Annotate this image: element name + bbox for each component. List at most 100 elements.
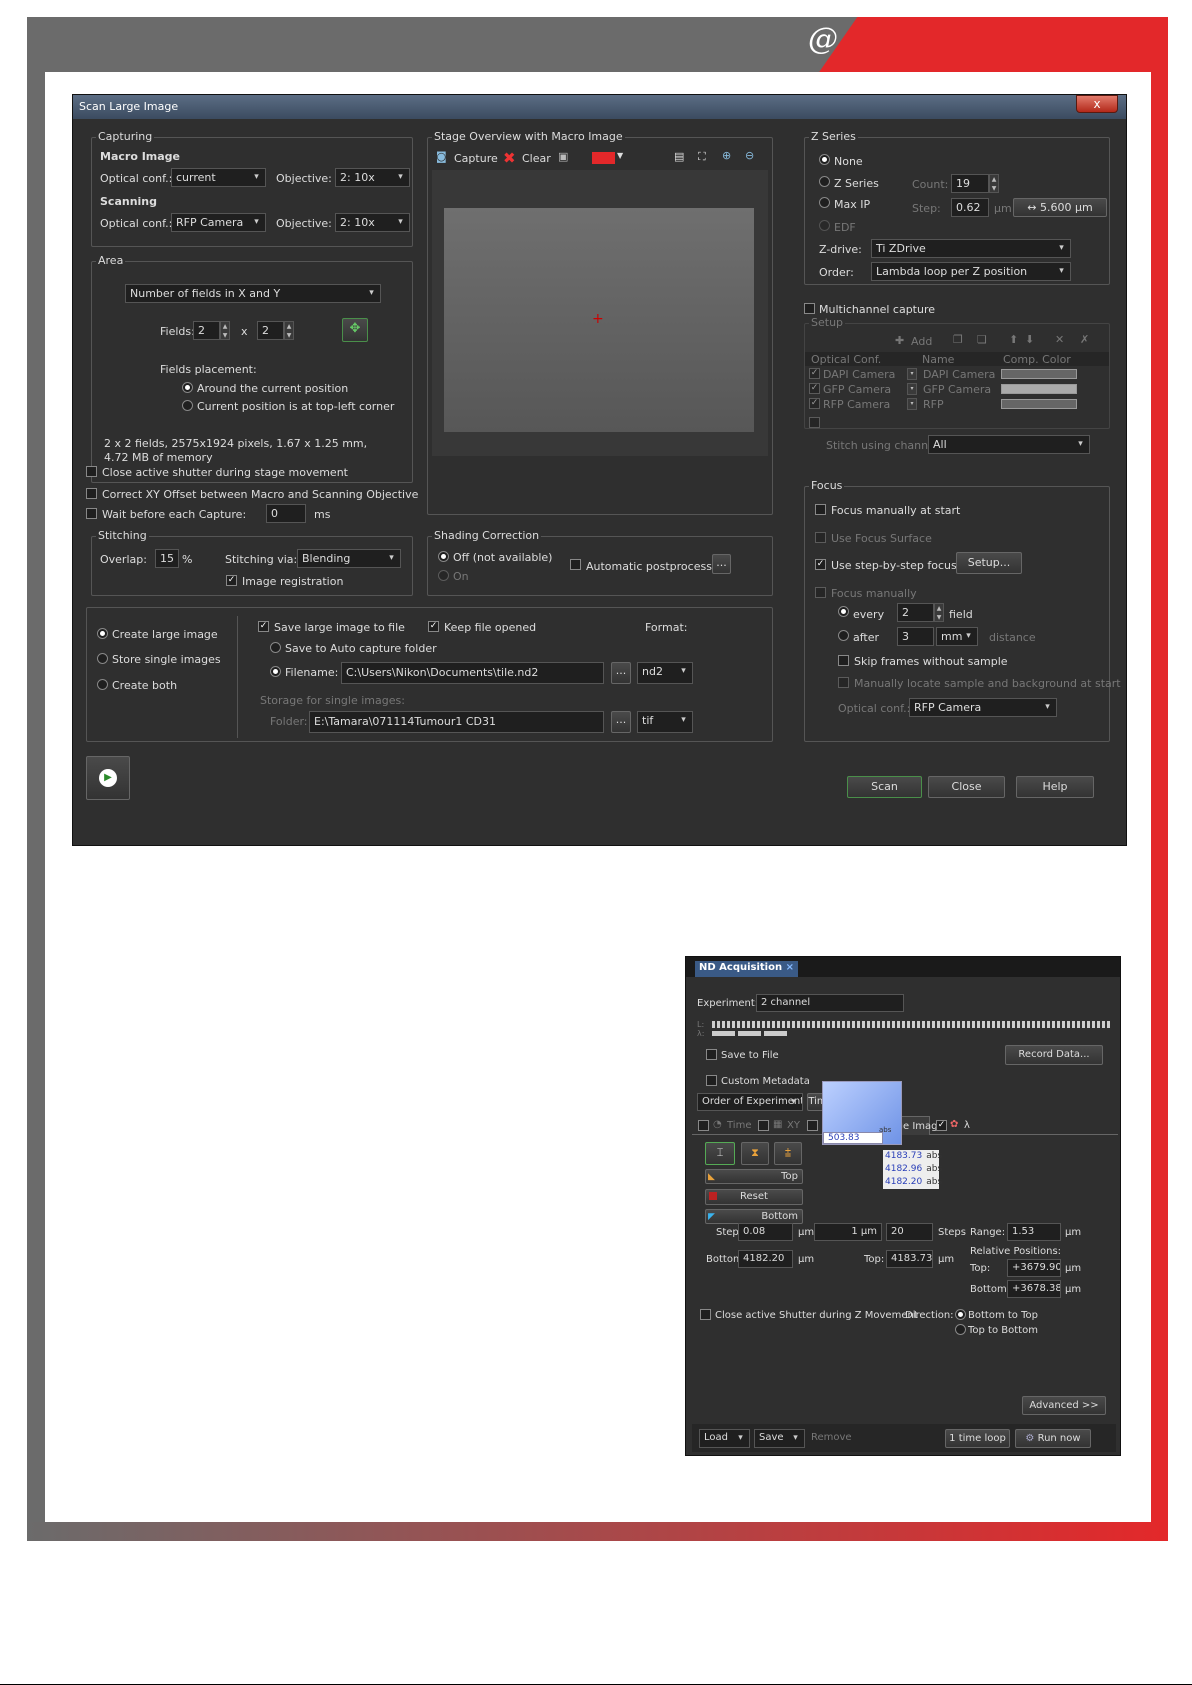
after-input[interactable]: 3 bbox=[897, 627, 934, 646]
z-asymmetric-mode-icon[interactable]: ⧗ bbox=[741, 1142, 769, 1165]
z-range-mode-icon[interactable]: ⩲ bbox=[774, 1142, 802, 1165]
channel-row-dropdown[interactable]: ▾ bbox=[907, 383, 917, 395]
experiment-input[interactable]: 2 channel bbox=[756, 994, 904, 1012]
fit-icon[interactable]: ⛶ bbox=[698, 150, 706, 164]
scan-button[interactable]: Scan bbox=[847, 776, 922, 798]
image-registration-checkbox[interactable]: ✓ bbox=[226, 575, 237, 586]
advanced-button[interactable]: Advanced >> bbox=[1022, 1396, 1106, 1415]
every-radio[interactable] bbox=[838, 606, 849, 617]
z-steps-input[interactable]: 20 bbox=[886, 1223, 933, 1241]
capture-button[interactable]: Capture bbox=[454, 152, 498, 165]
add-plus-icon[interactable]: ✚ bbox=[895, 334, 904, 347]
wait-checkbox[interactable] bbox=[86, 508, 97, 519]
run-now-button[interactable]: ⚙ Run now bbox=[1015, 1429, 1091, 1448]
stage-canvas[interactable]: + bbox=[432, 170, 768, 456]
run-play-icon[interactable]: ▶ bbox=[86, 756, 130, 800]
order-select[interactable]: Lambda loop per Z position bbox=[871, 262, 1071, 281]
filename-radio[interactable] bbox=[270, 666, 281, 677]
remove-icon[interactable]: ✕ bbox=[1055, 333, 1064, 346]
zoom-in-icon[interactable]: ⊕ bbox=[722, 149, 731, 162]
paste-icon[interactable]: ❏ bbox=[977, 333, 987, 346]
locate-sample-checkbox[interactable] bbox=[838, 677, 849, 688]
lambda-tab[interactable]: λ bbox=[964, 1120, 970, 1131]
color-swatch[interactable] bbox=[592, 152, 615, 164]
every-spinner[interactable]: ▲ ▼ bbox=[934, 603, 944, 622]
close-shutter-checkbox[interactable] bbox=[86, 466, 97, 477]
time-tab-checkbox[interactable] bbox=[698, 1120, 709, 1131]
snapshot-icon[interactable]: ▣ bbox=[558, 150, 568, 163]
z-symmetric-mode-icon[interactable]: ⌶ bbox=[705, 1142, 735, 1165]
folder-browse-button[interactable]: ... bbox=[611, 711, 631, 733]
lambda-tab-checkbox[interactable]: ✓ bbox=[936, 1120, 947, 1131]
focus-start-checkbox[interactable] bbox=[815, 504, 826, 515]
z-count-input[interactable]: 19 bbox=[951, 174, 989, 193]
bottom-to-top-radio[interactable] bbox=[955, 1309, 966, 1320]
channel-row-dropdown[interactable]: ▾ bbox=[907, 398, 917, 410]
z-none-radio[interactable] bbox=[819, 154, 830, 165]
z-step-slider[interactable]: 1 µm bbox=[814, 1223, 882, 1241]
z-step-input[interactable]: 0.62 bbox=[951, 198, 989, 217]
scan-objective-select[interactable]: 2: 10x bbox=[335, 213, 410, 232]
custom-metadata-checkbox[interactable] bbox=[706, 1075, 717, 1086]
focus-manual-checkbox[interactable] bbox=[815, 587, 826, 598]
focus-optical-select[interactable]: RFP Camera bbox=[909, 698, 1057, 717]
area-mode-select[interactable]: Number of fields in X and Y bbox=[125, 284, 381, 303]
channel-row-dropdown[interactable]: ▾ bbox=[907, 368, 917, 380]
save-button[interactable]: Save bbox=[754, 1429, 805, 1448]
after-radio[interactable] bbox=[838, 630, 849, 641]
help-button[interactable]: Help bbox=[1016, 776, 1094, 798]
stitch-channel-select[interactable]: All bbox=[928, 435, 1090, 454]
range-input[interactable]: 1.53 bbox=[1007, 1223, 1061, 1241]
clear-button[interactable]: Clear bbox=[522, 152, 551, 165]
folder-format-select[interactable]: tif bbox=[637, 711, 693, 733]
shading-on-radio[interactable] bbox=[438, 570, 449, 581]
z-series-radio[interactable] bbox=[819, 176, 830, 187]
order-experiment-select[interactable]: Order of Experiment bbox=[697, 1093, 803, 1111]
add-button[interactable]: Add bbox=[911, 335, 932, 348]
channel-empty-checkbox[interactable] bbox=[809, 417, 820, 428]
shading-off-radio[interactable] bbox=[438, 551, 449, 562]
multichannel-checkbox[interactable] bbox=[804, 303, 815, 314]
record-data-button[interactable]: Record Data... bbox=[1005, 1045, 1103, 1065]
copy-icon[interactable]: ❐ bbox=[953, 333, 963, 346]
store-single-radio[interactable] bbox=[97, 653, 108, 664]
save-large-checkbox[interactable]: ✓ bbox=[258, 621, 269, 632]
filename-browse-button[interactable]: ... bbox=[611, 662, 631, 684]
scan-optical-select[interactable]: RFP Camera bbox=[171, 213, 266, 232]
channel-row-color[interactable] bbox=[1001, 369, 1077, 379]
shading-more-button[interactable]: ... bbox=[712, 554, 731, 574]
z-range-button[interactable]: ↔ 5.600 µm bbox=[1013, 198, 1107, 217]
top-left-radio[interactable] bbox=[182, 400, 193, 411]
keep-open-checkbox[interactable]: ✓ bbox=[428, 621, 439, 632]
macro-optical-select[interactable]: current bbox=[171, 168, 266, 187]
after-unit-select[interactable]: mm bbox=[936, 627, 978, 646]
channel-row-color[interactable] bbox=[1001, 399, 1077, 409]
close-button[interactable]: Close bbox=[928, 776, 1005, 798]
z-maxip-radio[interactable] bbox=[819, 197, 830, 208]
around-current-radio[interactable] bbox=[182, 382, 193, 393]
move-up-icon[interactable]: ⬆ bbox=[1009, 333, 1018, 346]
channel-row-checkbox[interactable]: ✓ bbox=[809, 368, 820, 379]
nd-tab-close-icon[interactable]: × bbox=[786, 962, 794, 973]
z-bottom-input[interactable]: 4182.20 bbox=[738, 1250, 793, 1268]
filename-input[interactable]: C:\Users\Nikon\Documents\tile.nd2 bbox=[341, 662, 604, 684]
fields-x-input[interactable]: 2 bbox=[193, 321, 220, 340]
z-reset-button[interactable]: Reset bbox=[705, 1189, 803, 1205]
channel-row-color[interactable] bbox=[1001, 384, 1077, 394]
focus-surface-checkbox[interactable] bbox=[815, 532, 826, 543]
fields-y-spinner[interactable]: ▲ ▼ bbox=[284, 321, 294, 340]
time-tab[interactable]: Time bbox=[727, 1120, 751, 1131]
loop-button[interactable]: 1 time loop bbox=[945, 1429, 1010, 1448]
z-bottom-button[interactable]: ◤ Bottom bbox=[705, 1209, 803, 1224]
channel-row-checkbox[interactable]: ✓ bbox=[809, 398, 820, 409]
zoom-out-icon[interactable]: ⊖ bbox=[745, 149, 754, 162]
dialog-close-icon[interactable]: x bbox=[1076, 95, 1118, 113]
auto-postprocess-checkbox[interactable] bbox=[570, 559, 581, 570]
fields-x-spinner[interactable]: ▲ ▼ bbox=[220, 321, 230, 340]
top-to-bottom-radio[interactable] bbox=[955, 1324, 966, 1335]
remove-button[interactable]: Remove bbox=[811, 1432, 852, 1443]
save-auto-radio[interactable] bbox=[270, 642, 281, 653]
folder-input[interactable]: E:\Tamara\071114Tumour1 CD31 bbox=[309, 711, 604, 733]
z-top-input[interactable]: 4183.73 bbox=[886, 1250, 933, 1268]
remove-all-icon[interactable]: ✗ bbox=[1080, 333, 1089, 346]
